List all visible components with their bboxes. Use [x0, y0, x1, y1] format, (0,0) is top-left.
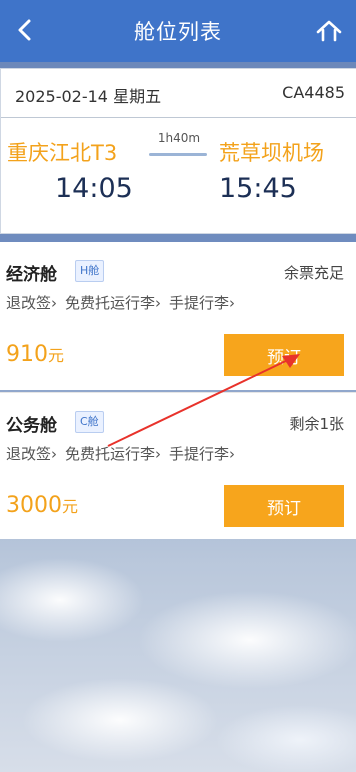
annotation-arrow — [107, 354, 300, 447]
